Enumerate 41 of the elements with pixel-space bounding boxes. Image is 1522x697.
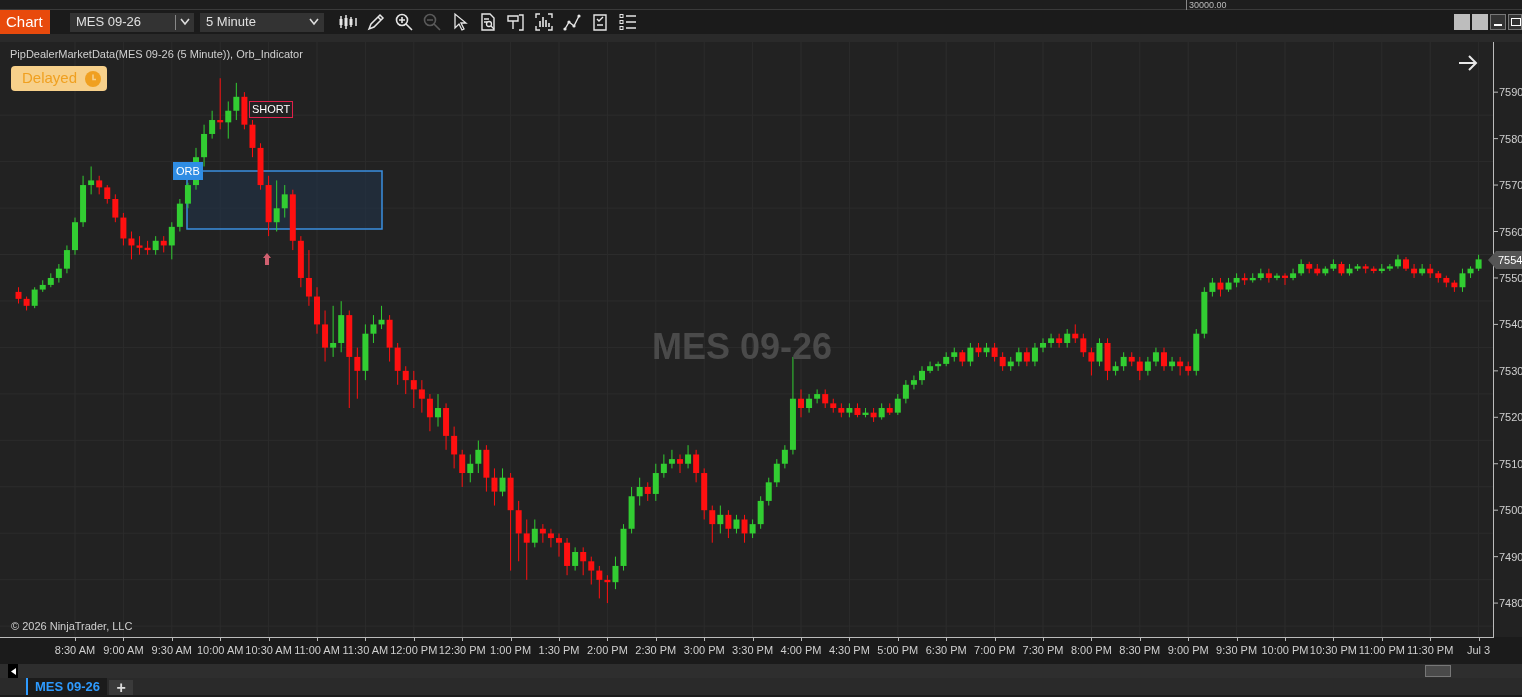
chart-tab[interactable]: MES 09-26: [26, 678, 108, 695]
time-axis-label: 11:30 PM: [1407, 643, 1454, 657]
time-axis-label: 12:00 PM: [390, 643, 438, 657]
time-axis-label: 2:00 PM: [586, 643, 628, 657]
delayed-badge: Delayed: [11, 66, 108, 91]
time-axis-label: 11:00 PM: [1358, 643, 1405, 657]
time-axis-label: 11:30 AM: [342, 643, 389, 657]
interval-selector[interactable]: 5 Minute: [200, 12, 324, 32]
time-axis-label: 12:30 PM: [438, 643, 486, 657]
time-axis-label: Jul 3: [1466, 643, 1491, 657]
time-axis-label: 9:30 AM: [151, 643, 192, 657]
time-axis-label: 3:00 PM: [683, 643, 725, 657]
instrument-selector[interactable]: MES 09-26: [70, 12, 194, 32]
chart-title: PipDealerMarketData(MES 09-26 (5 Minute)), Orb_Indicator: [10, 47, 303, 62]
time-axis-label: 2:30 PM: [635, 643, 677, 657]
time-axis-label: 7:00 PM: [974, 643, 1016, 657]
time-axis-label: 8:30 AM: [54, 643, 96, 657]
time-axis-label: 9:00 PM: [1167, 643, 1209, 657]
time-axis-label: 1:30 PM: [538, 643, 580, 657]
time-axis-label: 8:30 PM: [1119, 643, 1161, 657]
add-tab-button[interactable]: +: [109, 680, 134, 695]
time-axis-label: 10:00 PM: [1261, 643, 1309, 657]
copyright-text: © 2026 NinjaTrader, LLC: [11, 619, 133, 634]
time-axis-label: 10:30 AM: [245, 643, 292, 657]
orb-label: ORB: [173, 162, 203, 180]
time-axis-label: 8:00 PM: [1070, 643, 1112, 657]
time-axis-label: 5:00 PM: [877, 643, 919, 657]
time-axis-label: 6:30 PM: [925, 643, 967, 657]
time-axis-label: 10:00 AM: [196, 643, 244, 657]
short-signal-label: SHORT: [249, 101, 294, 118]
time-axis-label: 11:00 AM: [294, 643, 340, 657]
time-axis-label: 3:30 PM: [732, 643, 774, 657]
time-axis-label: 4:30 PM: [828, 643, 870, 657]
time-axis-label: 9:00 AM: [103, 643, 144, 657]
app-label: Chart: [0, 10, 50, 34]
last-price-tag: 7554: [1488, 251, 1522, 269]
time-axis-label: 4:00 PM: [780, 643, 822, 657]
time-axis-label: 7:30 PM: [1022, 643, 1064, 657]
time-axis-label: 1:00 PM: [490, 643, 532, 657]
time-axis-label: 9:30 PM: [1216, 643, 1258, 657]
time-axis-label: 10:30 PM: [1309, 643, 1357, 657]
